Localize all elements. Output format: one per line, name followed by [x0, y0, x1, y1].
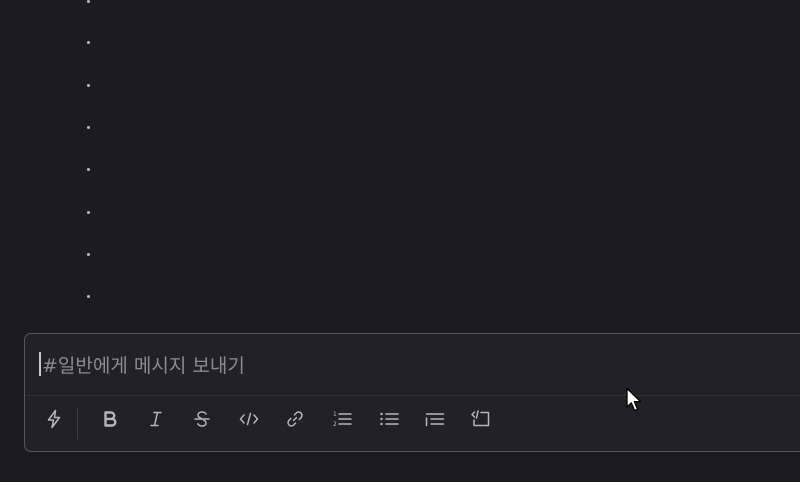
ordered-list-button[interactable]: 1 2	[328, 405, 356, 433]
code-block-icon	[471, 410, 490, 427]
message-input-placeholder: #일반에게 메시지 보내기	[42, 354, 245, 377]
code-button[interactable]	[235, 405, 263, 433]
message-marker	[87, 168, 90, 171]
mouse-pointer-icon	[626, 387, 642, 412]
shortcuts-button[interactable]	[40, 405, 68, 433]
blockquote-icon	[425, 413, 445, 427]
svg-text:2: 2	[333, 421, 337, 428]
link-button[interactable]	[281, 405, 309, 433]
bullet-list-icon	[380, 412, 399, 426]
svg-text:1: 1	[333, 411, 337, 418]
message-marker	[87, 126, 90, 129]
strikethrough-button[interactable]	[188, 405, 216, 433]
text-caret	[39, 352, 41, 376]
bold-icon	[104, 411, 117, 427]
message-area	[0, 0, 800, 330]
message-marker	[87, 295, 90, 298]
message-input[interactable]: #일반에게 메시지 보내기	[39, 348, 779, 380]
italic-icon	[150, 411, 162, 427]
message-marker	[87, 0, 90, 3]
message-marker	[87, 253, 90, 256]
message-marker	[87, 41, 90, 44]
blockquote-button[interactable]	[421, 405, 449, 433]
message-marker	[87, 211, 90, 214]
link-icon	[287, 411, 303, 427]
lightning-icon	[47, 409, 61, 429]
message-composer: #일반에게 메시지 보내기 1 2	[24, 333, 800, 452]
toolbar-separator	[77, 407, 78, 439]
message-marker	[87, 84, 90, 87]
bold-button[interactable]	[96, 405, 124, 433]
code-icon	[239, 412, 259, 426]
strikethrough-icon	[194, 411, 210, 427]
italic-button[interactable]	[142, 405, 170, 433]
code-block-button[interactable]	[467, 405, 495, 433]
bullet-list-button[interactable]	[375, 405, 403, 433]
composer-divider	[25, 395, 800, 396]
ordered-list-icon: 1 2	[333, 411, 352, 428]
formatting-toolbar: 1 2	[25, 397, 800, 449]
